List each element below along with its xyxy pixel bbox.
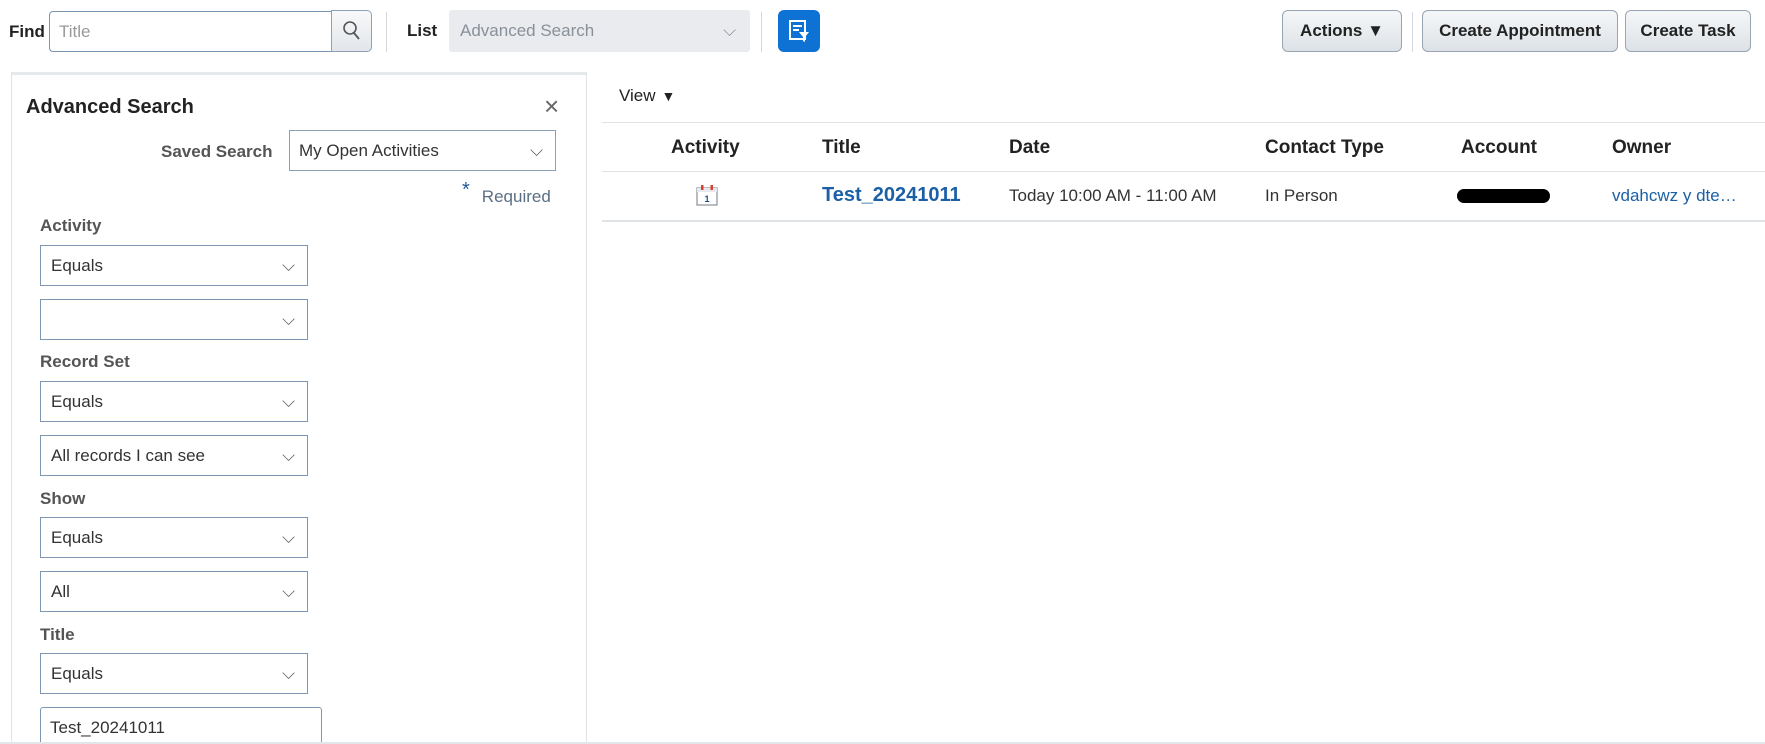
column-header-activity[interactable]: Activity <box>671 137 740 159</box>
chevron-down-icon: ⌵ <box>282 582 295 601</box>
field-label-title: Title <box>40 625 75 644</box>
required-star: * <box>462 179 470 201</box>
title-value-input[interactable]: Test_20241011 <box>40 707 322 744</box>
close-icon[interactable]: × <box>544 93 559 119</box>
search-button[interactable] <box>331 10 372 52</box>
field-label-record-set: Record Set <box>40 352 130 371</box>
show-value-select[interactable]: All ⌵ <box>40 571 308 612</box>
required-note: * Required <box>462 179 551 208</box>
find-input[interactable]: Title <box>49 11 332 52</box>
field-label-show: Show <box>40 489 86 508</box>
column-header-contact-type[interactable]: Contact Type <box>1265 137 1384 159</box>
caret-down-icon: ▼ <box>661 88 676 104</box>
calendar-icon: 1 <box>696 185 718 206</box>
table-row: 1 Test_20241011 Today 10:00 AM - 11:00 A… <box>602 172 1765 222</box>
chevron-down-icon: ⌵ <box>282 528 295 547</box>
create-task-button[interactable]: Create Task <box>1625 10 1751 52</box>
saved-search-label: Saved Search <box>161 142 273 161</box>
record-set-value-select[interactable]: All records I can see ⌵ <box>40 435 308 476</box>
chevron-down-icon: ⌵ <box>282 446 295 465</box>
find-label: Find <box>9 22 45 41</box>
column-header-owner[interactable]: Owner <box>1612 137 1671 159</box>
record-set-operator-select[interactable]: Equals ⌵ <box>40 381 308 422</box>
activity-operator-value: Equals <box>51 256 103 275</box>
show-operator-value: Equals <box>51 528 103 547</box>
show-value: All <box>51 582 70 601</box>
create-appointment-button[interactable]: Create Appointment <box>1422 10 1618 52</box>
field-label-activity: Activity <box>40 216 102 235</box>
toolbar-divider <box>386 12 387 52</box>
chevron-down-icon: ⌵ <box>723 21 736 40</box>
activity-operator-select[interactable]: Equals ⌵ <box>40 245 308 286</box>
svg-text:1: 1 <box>704 194 709 204</box>
saved-search-select[interactable]: My Open Activities ⌵ <box>289 130 556 171</box>
chevron-down-icon: ⌵ <box>282 664 295 683</box>
panel-title: Advanced Search <box>26 96 194 118</box>
title-operator-select[interactable]: Equals ⌵ <box>40 653 308 694</box>
list-select-value: Advanced Search <box>460 21 595 40</box>
chevron-down-icon: ⌵ <box>282 310 295 329</box>
row-title-link[interactable]: Test_20241011 <box>822 184 961 207</box>
row-owner-link[interactable]: vdahcwz y dte… <box>1612 186 1737 206</box>
list-label: List <box>407 21 438 40</box>
chevron-down-icon: ⌵ <box>530 141 543 160</box>
record-set-operator-value: Equals <box>51 392 103 411</box>
filter-button[interactable] <box>778 10 820 52</box>
saved-search-value: My Open Activities <box>299 141 439 160</box>
list-select[interactable]: Advanced Search ⌵ <box>449 10 750 52</box>
toolbar-divider <box>1412 12 1413 52</box>
actions-button[interactable]: Actions ▼ <box>1282 10 1402 52</box>
view-menu-label: View <box>619 86 656 105</box>
toolbar: Find Title List Advanced Search ⌵ Action… <box>0 0 1765 62</box>
record-set-value: All records I can see <box>51 446 206 465</box>
chevron-down-icon: ⌵ <box>282 392 295 411</box>
toolbar-divider <box>761 12 762 52</box>
chevron-down-icon: ⌵ <box>282 256 295 275</box>
search-icon <box>343 21 360 40</box>
account-redaction <box>1457 189 1550 203</box>
row-contact-type: In Person <box>1265 186 1338 205</box>
table-header: Activity Title Date Contact Type Account… <box>602 122 1765 172</box>
filter-list-icon <box>789 20 809 42</box>
activity-value-select[interactable]: ⌵ <box>40 299 308 340</box>
show-operator-select[interactable]: Equals ⌵ <box>40 517 308 558</box>
title-operator-value: Equals <box>51 664 103 683</box>
view-menu[interactable]: View ▼ <box>619 86 675 106</box>
column-header-date[interactable]: Date <box>1009 137 1050 159</box>
column-header-title[interactable]: Title <box>822 137 861 159</box>
row-date: Today 10:00 AM - 11:00 AM <box>1009 186 1217 205</box>
required-label: Required <box>481 187 551 206</box>
advanced-search-panel: Advanced Search × Saved Search My Open A… <box>11 72 587 744</box>
column-header-account[interactable]: Account <box>1461 137 1537 159</box>
